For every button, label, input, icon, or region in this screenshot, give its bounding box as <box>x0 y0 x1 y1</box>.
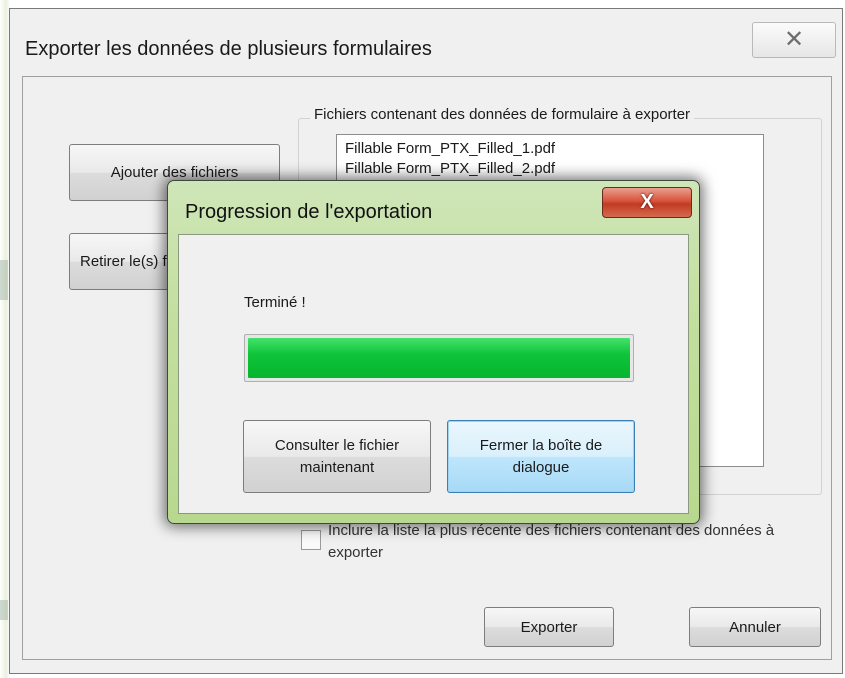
list-item[interactable]: Fillable Form_PTX_Filled_2.pdf <box>345 159 755 179</box>
progress-bar-fill <box>248 338 630 378</box>
status-text: Terminé ! <box>244 294 306 311</box>
close-icon[interactable]: ✕ <box>752 22 836 58</box>
export-button[interactable]: Exporter <box>484 607 614 647</box>
files-group-label: Fichiers contenant des données de formul… <box>310 106 695 123</box>
include-recent-label: Inclure la liste la plus récente des fic… <box>328 522 775 561</box>
cancel-button[interactable]: Annuler <box>689 607 821 647</box>
main-dialog-title: Exporter les données de plusieurs formul… <box>25 38 432 60</box>
progress-dialog-title: Progression de l'exportation <box>185 201 433 223</box>
close-icon[interactable]: X <box>602 187 692 218</box>
progress-bar <box>244 334 634 382</box>
list-item[interactable]: Fillable Form_PTX_Filled_1.pdf <box>345 139 755 159</box>
close-dialog-button[interactable]: Fermer la boîte de dialogue <box>447 420 635 493</box>
open-file-now-button[interactable]: Consulter le fichier maintenant <box>243 420 431 493</box>
include-recent-checkbox[interactable] <box>301 530 321 550</box>
